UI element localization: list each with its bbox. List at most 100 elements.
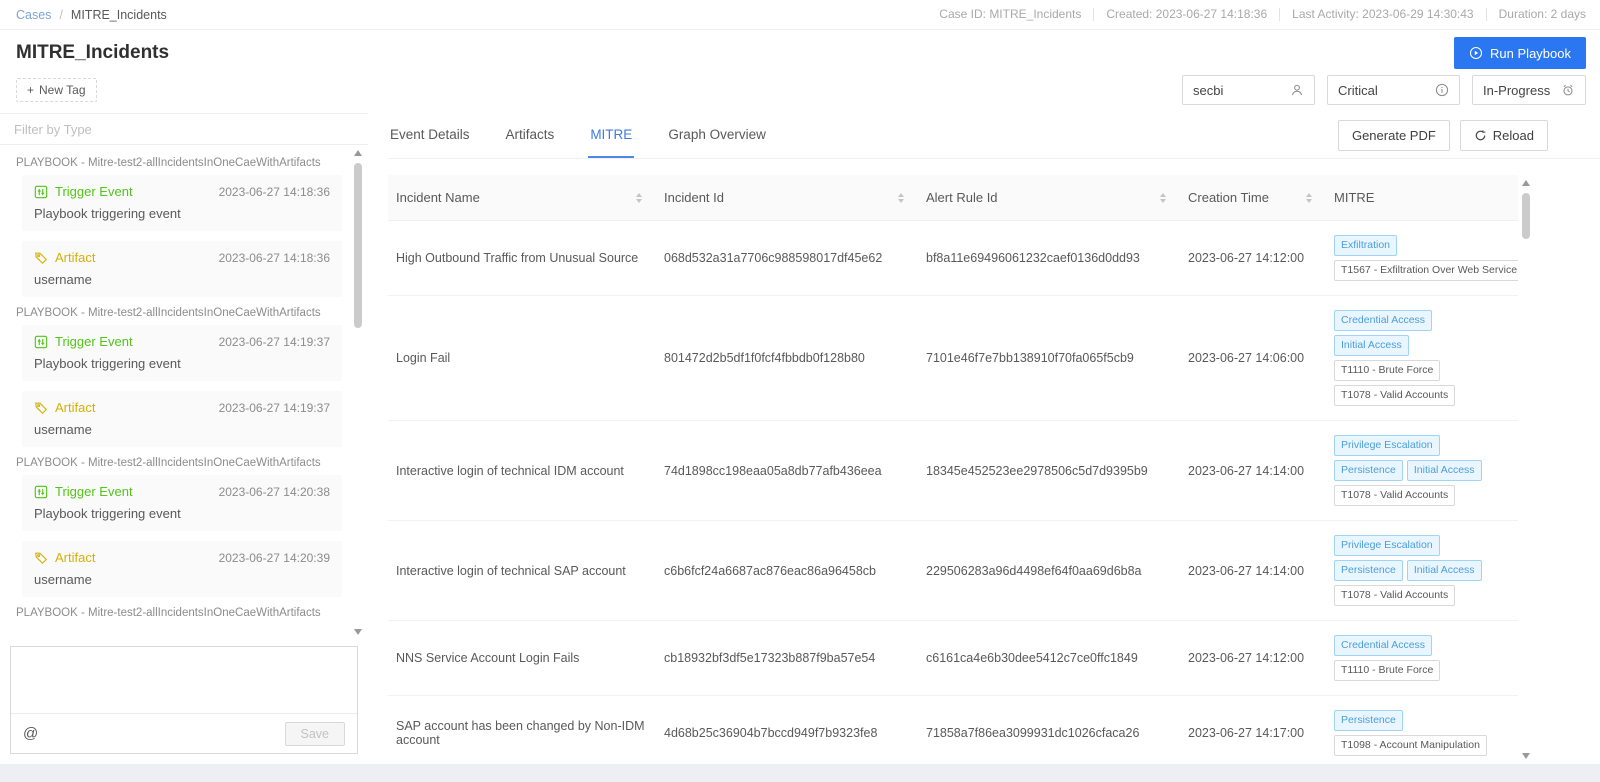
cell-incident-id: 4d68b25c36904b7bccd949f7b9323fe8 xyxy=(656,696,918,764)
generate-pdf-label: Generate PDF xyxy=(1352,128,1436,143)
case-status-select[interactable]: In-Progress xyxy=(1472,75,1586,105)
app-root: Cases / MITRE_Incidents Case ID: MITRE_I… xyxy=(0,0,1600,764)
cell-alert-rule-id: c6161ca4e6b30dee5412c7ce0ffc1849 xyxy=(918,621,1180,696)
case-assignee-select[interactable]: secbi xyxy=(1182,75,1315,105)
event-list-region: PLAYBOOK - Mitre-test2-allIncidentsInOne… xyxy=(0,145,368,640)
incident-row[interactable]: Interactive login of technical SAP accou… xyxy=(388,521,1518,621)
breadcrumb-cases-link[interactable]: Cases xyxy=(16,8,51,22)
incident-row[interactable]: High Outbound Traffic from Unusual Sourc… xyxy=(388,221,1518,296)
event-card-trigger[interactable]: Trigger Event2023-06-27 14:18:36Playbook… xyxy=(22,175,342,231)
case-severity-select[interactable]: Critical xyxy=(1327,75,1460,105)
event-card-trigger[interactable]: Trigger Event2023-06-27 14:19:37Playbook… xyxy=(22,325,342,381)
run-playbook-label: Run Playbook xyxy=(1490,46,1571,61)
column-header-incident-name[interactable]: Incident Name xyxy=(388,175,656,221)
bottom-strip xyxy=(0,764,1600,782)
header-row: MITRE_Incidents Run Playbook xyxy=(0,30,1600,73)
cell-incident-id: c6b6fcf24a6687ac876eac86a96458cb xyxy=(656,521,918,621)
event-card-artifact[interactable]: Artifact2023-06-27 14:18:36username xyxy=(22,241,342,297)
trigger-event-icon xyxy=(34,485,48,499)
incident-row[interactable]: Interactive login of technical IDM accou… xyxy=(388,421,1518,521)
generate-pdf-button[interactable]: Generate PDF xyxy=(1338,120,1450,151)
scroll-up-arrow[interactable] xyxy=(1522,180,1530,186)
cell-alert-rule-id: 71858a7f86ea3099931dc1026cfaca26 xyxy=(918,696,1180,764)
event-type-label: Trigger Event xyxy=(55,484,133,499)
event-card-header: Trigger Event2023-06-27 14:19:37 xyxy=(34,334,330,349)
table-scrollbar[interactable] xyxy=(1520,175,1532,764)
mitre-techniques: T1567 - Exfiltration Over Web Service xyxy=(1334,260,1510,281)
mitre-tactics: Privilege EscalationPersistenceInitial A… xyxy=(1334,435,1510,481)
reload-button[interactable]: Reload xyxy=(1460,120,1548,151)
incident-row[interactable]: NNS Service Account Login Failscb18932bf… xyxy=(388,621,1518,696)
sort-descend-caret xyxy=(636,199,642,203)
sidebar-scrollbar[interactable] xyxy=(352,145,364,640)
scroll-up-arrow[interactable] xyxy=(354,150,362,156)
event-card-trigger[interactable]: Trigger Event 2023-06-27 14:20:38 Playbook… xyxy=(22,475,342,531)
mitre-tactic-tag: Initial Access xyxy=(1334,335,1409,356)
sort-ascend-caret xyxy=(898,193,904,197)
filter-by-type-input[interactable] xyxy=(0,113,368,145)
column-header-creation-time[interactable]: Creation Time xyxy=(1180,175,1326,221)
tab-graph-overview[interactable]: Graph Overview xyxy=(666,113,768,158)
sort-descend-caret xyxy=(1160,199,1166,203)
mitre-techniques: T1078 - Valid Accounts xyxy=(1334,485,1510,506)
scroll-down-arrow[interactable] xyxy=(1522,753,1530,759)
run-playbook-button[interactable]: Run Playbook xyxy=(1454,37,1586,69)
event-timestamp: 2023-06-27 14:18:36 xyxy=(219,251,330,265)
sort-icon[interactable] xyxy=(1306,193,1312,203)
mitre-tactic-tag: Initial Access xyxy=(1407,460,1482,481)
scroll-down-arrow[interactable] xyxy=(354,629,362,635)
cell-incident-id: 74d1898cc198eaa05a8db77afb436eea xyxy=(656,421,918,521)
cell-mitre: PersistenceT1098 - Account Manipulation xyxy=(1326,696,1518,764)
sort-icon[interactable] xyxy=(1160,193,1166,203)
column-header-inner: Alert Rule Id xyxy=(926,190,1172,205)
cell-alert-rule-id: bf8a11e69496061232caef0136d0dd93 xyxy=(918,221,1180,296)
event-card-artifact[interactable]: Artifact2023-06-27 14:19:37username xyxy=(22,391,342,447)
event-card-artifact[interactable]: Artifact2023-06-27 14:20:39username xyxy=(22,541,342,597)
playbook-group-header: PLAYBOOK - Mitre-test2-allIncidentsInOne… xyxy=(16,457,342,469)
scrollbar-thumb[interactable] xyxy=(1522,193,1530,239)
new-tag-button[interactable]: + New Tag xyxy=(16,78,97,102)
mitre-tactic-tag: Persistence xyxy=(1334,460,1403,481)
incident-row[interactable]: Login Fail801472d2b5df1f0fcf4fbbdb0f128b… xyxy=(388,296,1518,421)
tab-artifacts[interactable]: Artifacts xyxy=(504,113,557,158)
column-header-alert-rule-id[interactable]: Alert Rule Id xyxy=(918,175,1180,221)
tabs: Event Details Artifacts MITRE Graph Overvie… xyxy=(388,113,768,158)
event-timestamp: 2023-06-27 14:20:38 xyxy=(219,485,330,499)
comment-footer: @ Save xyxy=(11,713,357,753)
column-label: MITRE xyxy=(1334,190,1374,205)
cell-creation-time: 2023-06-27 14:14:00 xyxy=(1180,521,1326,621)
controls-row: + New Tag secbi Critical In-Progress xyxy=(0,73,1600,113)
event-type-label: Artifact xyxy=(55,550,95,565)
incident-row[interactable]: SAP account has been changed by Non-IDM … xyxy=(388,696,1518,764)
event-timestamp: 2023-06-27 14:19:37 xyxy=(219,401,330,415)
cell-mitre: Privilege EscalationPersistenceInitial A… xyxy=(1326,421,1518,521)
main-actions: Generate PDF Reload xyxy=(1338,120,1548,151)
save-button[interactable]: Save xyxy=(285,722,346,746)
tab-mitre[interactable]: MITRE xyxy=(588,113,634,158)
column-label: Alert Rule Id xyxy=(926,190,998,205)
mitre-tactics: Exfiltration xyxy=(1334,235,1510,256)
event-card-header: Trigger Event 2023-06-27 14:20:38 xyxy=(34,484,330,499)
column-label: Creation Time xyxy=(1188,190,1269,205)
event-card-header: Trigger Event2023-06-27 14:18:36 xyxy=(34,184,330,199)
incidents-table: Incident Name Incident Id Alert Rule Id Cre… xyxy=(388,175,1518,764)
sort-ascend-caret xyxy=(1160,193,1166,197)
comment-input[interactable] xyxy=(11,647,357,713)
incidents-table-wrap: Incident Name Incident Id Alert Rule Id Cre… xyxy=(388,175,1532,764)
case-meta-item: Case ID: MITRE_Incidents xyxy=(927,8,1093,21)
cell-incident-name: Login Fail xyxy=(388,296,656,421)
cell-incident-id: 801472d2b5df1f0fcf4fbbdb0f128b80 xyxy=(656,296,918,421)
mention-button[interactable]: @ xyxy=(23,725,38,742)
scrollbar-thumb[interactable] xyxy=(354,163,362,328)
top-bar: Cases / MITRE_Incidents Case ID: MITRE_I… xyxy=(0,0,1600,30)
sort-icon[interactable] xyxy=(636,193,642,203)
mitre-technique-tag: T1078 - Valid Accounts xyxy=(1334,585,1455,606)
column-header-incident-id[interactable]: Incident Id xyxy=(656,175,918,221)
tab-event-details[interactable]: Event Details xyxy=(388,113,472,158)
column-label: Incident Name xyxy=(396,190,480,205)
mitre-technique-tag: T1110 - Brute Force xyxy=(1334,660,1440,681)
cell-alert-rule-id: 229506283a96d4498ef64f0aa69d6b8a xyxy=(918,521,1180,621)
mitre-tactic-tag: Initial Access xyxy=(1407,560,1482,581)
event-description: Playbook triggering event xyxy=(34,506,330,521)
sort-icon[interactable] xyxy=(898,193,904,203)
